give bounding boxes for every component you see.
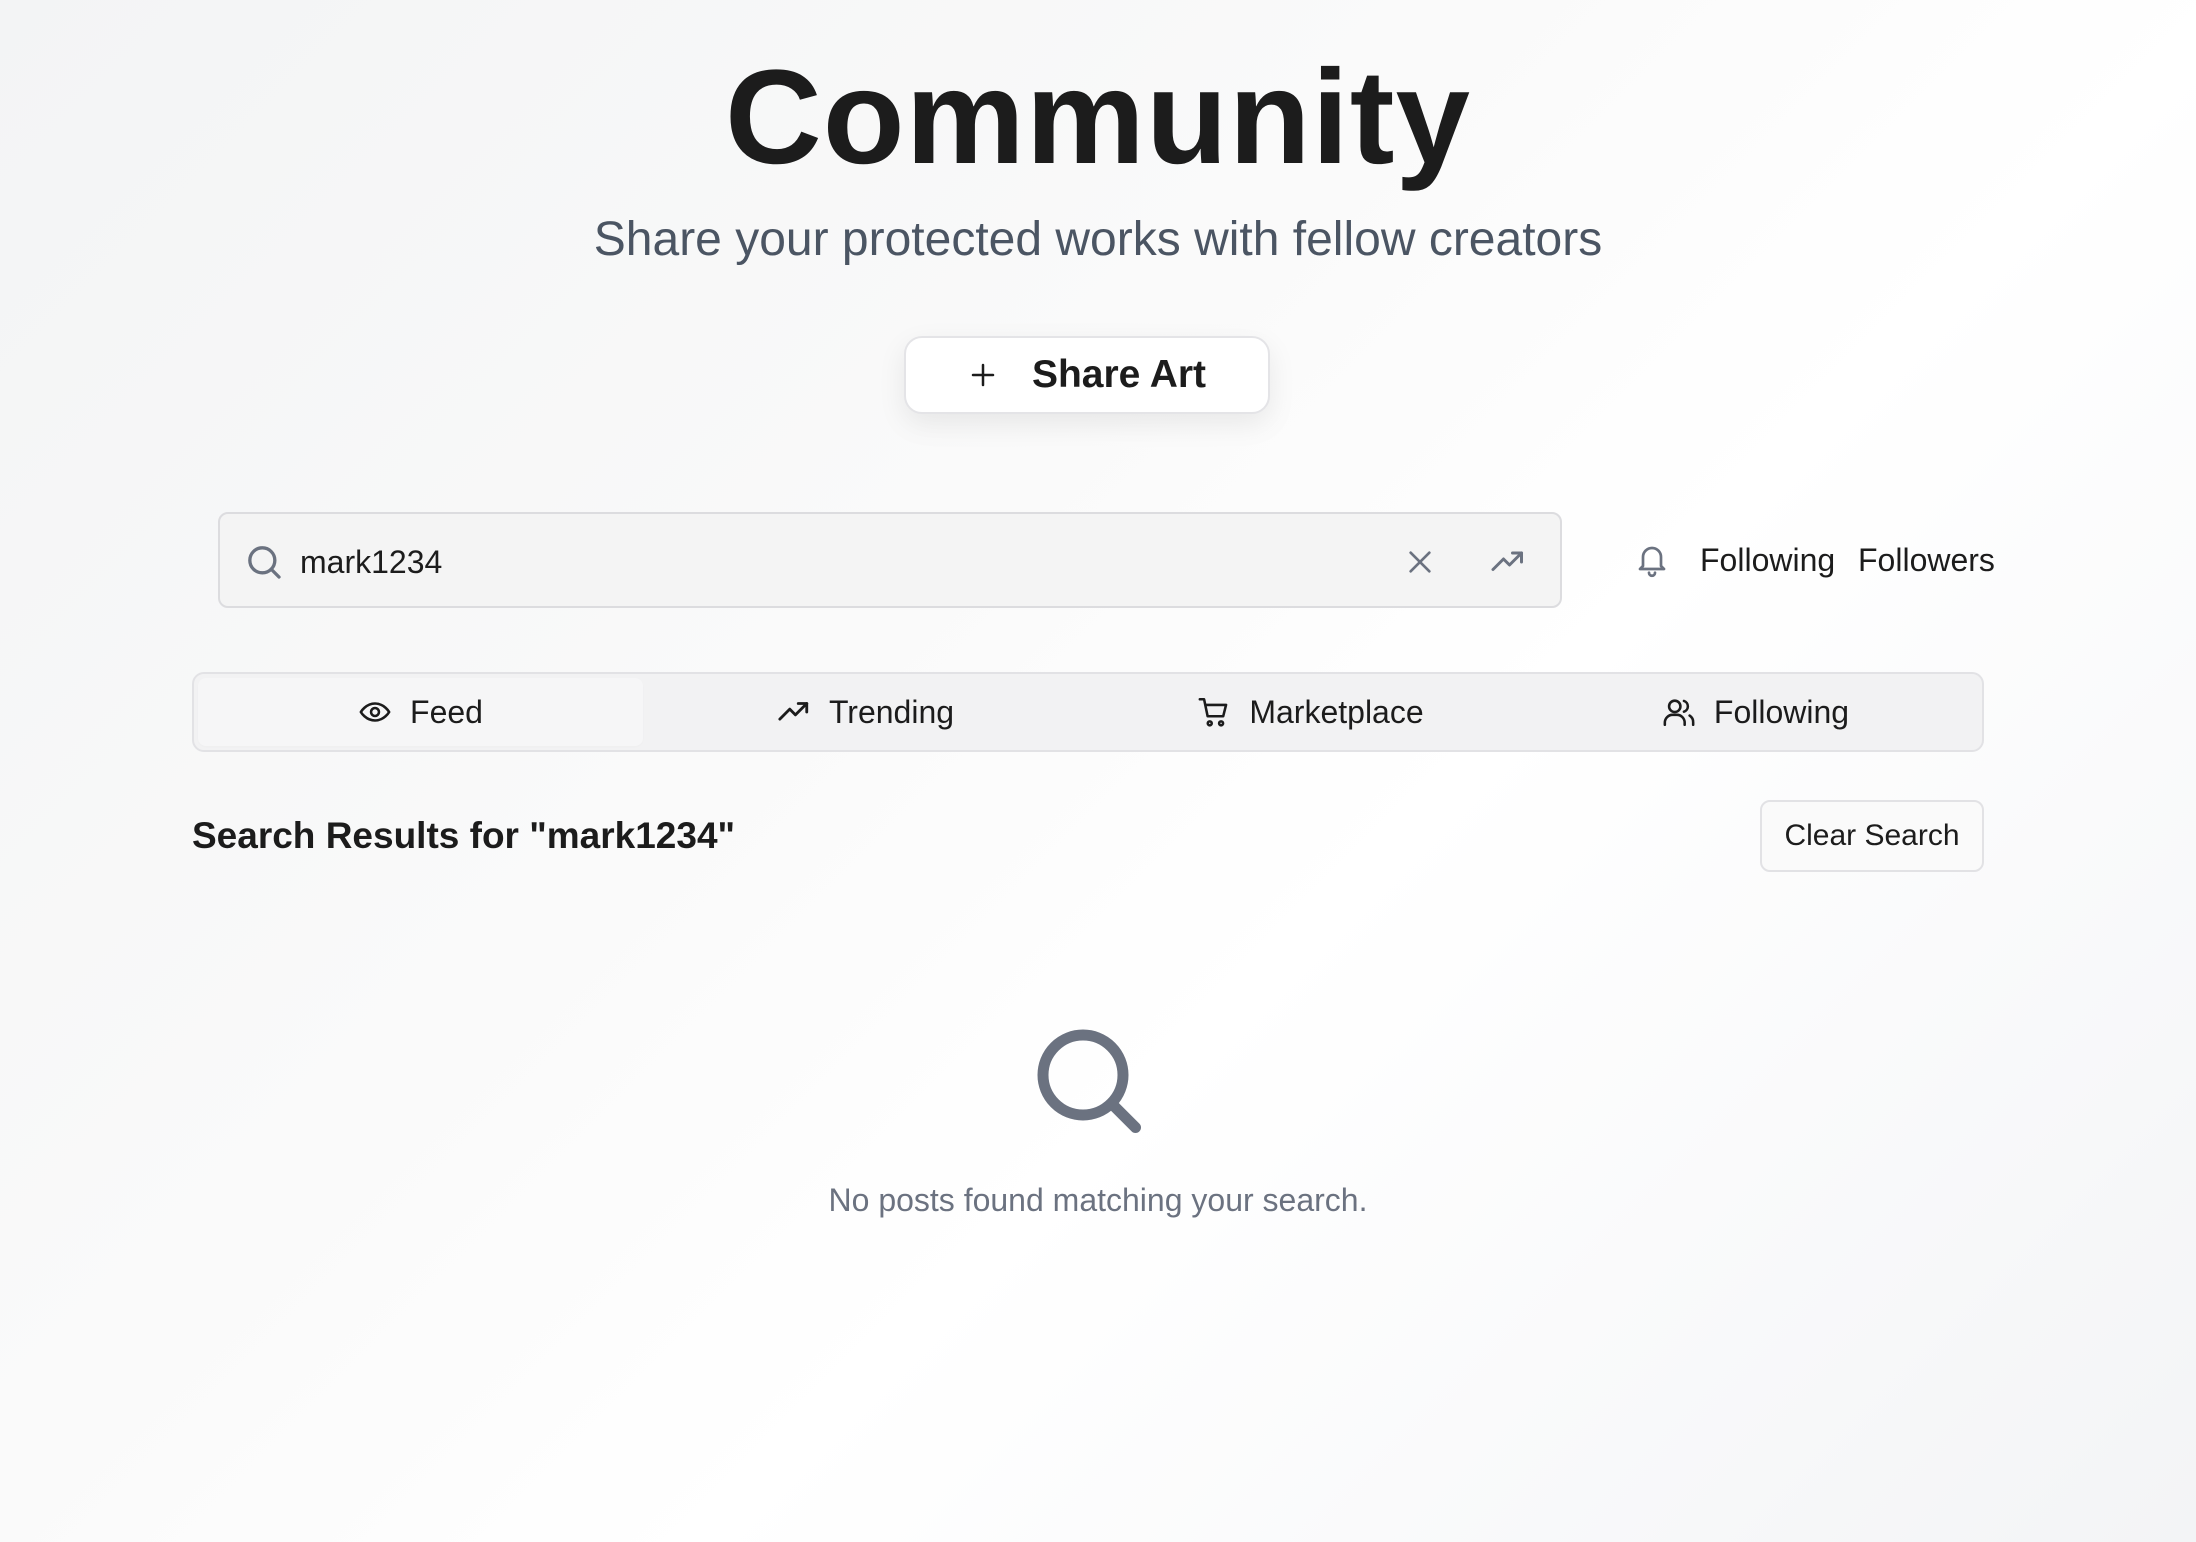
search-icon bbox=[1037, 1029, 1141, 1133]
share-art-button[interactable]: Share Art bbox=[904, 336, 1270, 414]
empty-state-message: No posts found matching your search. bbox=[828, 1182, 1368, 1218]
search-results-heading: Search Results for "mark1234" bbox=[192, 815, 736, 856]
tab-bar: Feed Trending Marketplace Following bbox=[192, 672, 1984, 752]
trending-up-icon bbox=[778, 702, 809, 721]
tab-label: Marketplace bbox=[1249, 693, 1424, 730]
tab-feed[interactable]: Feed bbox=[198, 678, 643, 746]
shopping-cart-icon bbox=[1198, 697, 1228, 727]
tab-label: Trending bbox=[828, 693, 955, 730]
close-icon[interactable] bbox=[1404, 546, 1436, 578]
search-input[interactable] bbox=[300, 534, 1340, 590]
eye-icon bbox=[359, 702, 391, 722]
tab-following[interactable]: Following bbox=[1533, 678, 1978, 746]
share-art-label: Share Art bbox=[1031, 353, 1207, 396]
search-icon bbox=[248, 546, 281, 579]
tab-label: Following bbox=[1713, 693, 1850, 730]
tab-marketplace[interactable]: Marketplace bbox=[1088, 678, 1533, 746]
trending-up-icon[interactable] bbox=[1490, 544, 1526, 580]
followers-link[interactable]: Followers bbox=[1858, 538, 1995, 582]
bell-icon[interactable] bbox=[1634, 541, 1670, 579]
tab-label: Feed bbox=[410, 693, 483, 730]
following-link[interactable]: Following bbox=[1700, 538, 1835, 582]
search-bar bbox=[218, 512, 1562, 608]
tab-trending[interactable]: Trending bbox=[643, 678, 1088, 746]
page-subtitle: Share your protected works with fellow c… bbox=[593, 213, 1603, 266]
page-title: Community bbox=[725, 43, 1471, 192]
clear-search-button[interactable]: Clear Search bbox=[1760, 800, 1984, 872]
users-icon bbox=[1663, 699, 1695, 727]
plus-icon bbox=[971, 363, 995, 387]
